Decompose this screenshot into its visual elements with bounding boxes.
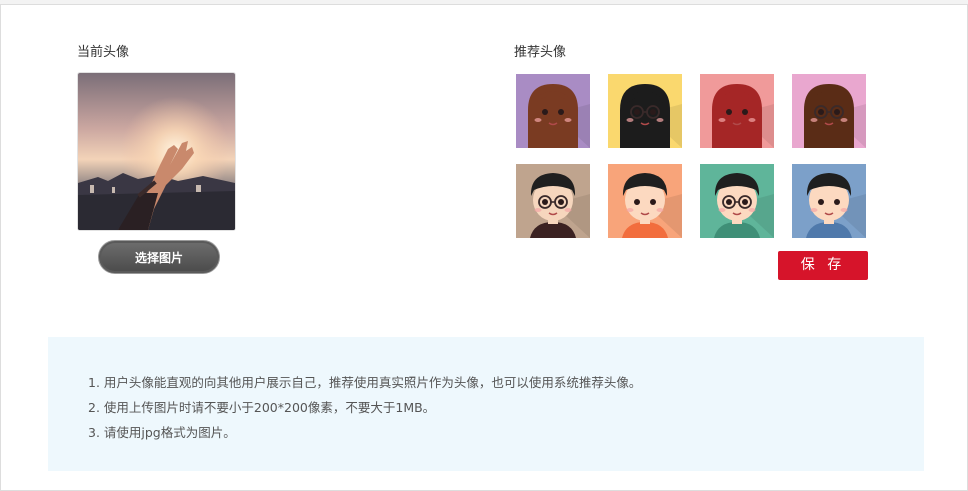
recommended-avatars-label: 推荐头像	[514, 45, 567, 60]
avatar-option[interactable]	[792, 74, 866, 148]
save-button[interactable]: 保 存	[778, 251, 868, 280]
current-avatar-image	[77, 72, 236, 231]
tips-list: 1. 用户头像能直观的向其他用户展示自己，推荐使用真实照片作为头像，也可以使用系…	[48, 337, 924, 445]
avatar-settings-panel: 当前头像 选择图片 推荐头像 保 存 1. 用户头像能直观的向其他用户展示自己，…	[0, 4, 968, 491]
tip-item: 3. 请使用jpg格式为图片。	[88, 425, 236, 440]
avatar-option[interactable]	[700, 164, 774, 238]
avatar-option[interactable]	[608, 74, 682, 148]
avatar-option[interactable]	[608, 164, 682, 238]
tips-box: 1. 用户头像能直观的向其他用户展示自己，推荐使用真实照片作为头像，也可以使用系…	[48, 337, 924, 471]
current-avatar-label: 当前头像	[77, 45, 130, 60]
tip-item: 2. 使用上传图片时请不要小于200*200像素，不要大于1MB。	[88, 400, 436, 415]
choose-image-button[interactable]: 选择图片	[98, 240, 220, 274]
avatar-option[interactable]	[516, 164, 590, 238]
avatar-option[interactable]	[792, 164, 866, 238]
avatar-option[interactable]	[516, 74, 590, 148]
avatar-option[interactable]	[700, 74, 774, 148]
tip-item: 1. 用户头像能直观的向其他用户展示自己，推荐使用真实照片作为头像，也可以使用系…	[88, 375, 642, 390]
